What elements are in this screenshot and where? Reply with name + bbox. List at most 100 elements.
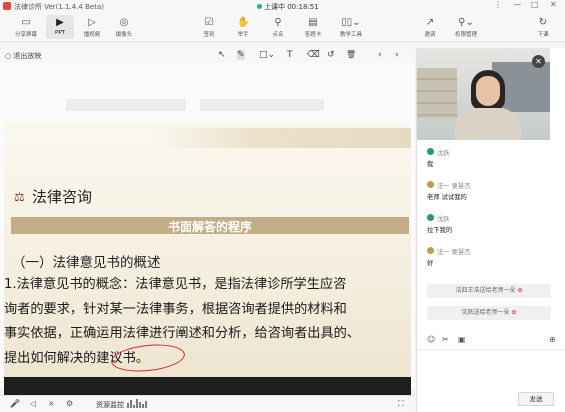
- monitor-bar: [133, 405, 135, 408]
- resource-monitor-label[interactable]: 资源监控: [96, 400, 124, 410]
- bottom-bar: 🎤 ◁ ⨯ ⚙ 资源监控 ⛶: [0, 395, 415, 412]
- permission-button[interactable]: ⚲⌄ 权限管理: [449, 15, 483, 39]
- share-screen-label: 分享屏幕: [14, 32, 37, 38]
- gift-notice: 沈跃送给老师一朵 ✿: [427, 306, 551, 320]
- end-class-label: 下课: [537, 32, 549, 38]
- chat-tools: ☺ ✂ ▣ ⊕: [427, 335, 557, 347]
- exit-slideshow-button[interactable]: ○ 退出放映: [5, 51, 41, 61]
- gavel-icon: ⚖: [14, 190, 25, 204]
- share-screen-button[interactable]: ▭ 分享屏幕: [12, 15, 40, 39]
- ppt-slide[interactable]: ⚖ 法律咨询 书面解答的程序 （一）法律意见书的概述 1.法律意见书的概念：法律…: [4, 122, 411, 405]
- chat-message: 法一 栗慧杰 好: [417, 245, 565, 278]
- chat-message: 沈跃 我: [417, 146, 565, 179]
- video-person-face: [476, 76, 500, 106]
- send-button[interactable]: 发送: [518, 392, 554, 406]
- invite-icon: ↗: [425, 17, 435, 28]
- chat-sender: 沈跃: [437, 216, 450, 223]
- chat-list: 沈跃 我 法一 栗慧杰 老师 试试我的 沈跃 拉下我的 法一 栗慧杰 好: [417, 146, 565, 278]
- prev-page-icon[interactable]: ‹: [378, 50, 382, 60]
- slide-decoration: [154, 128, 411, 148]
- slide-body-line: 1.法律意见书的概念：法律意见书，是指法律诊所学生应咨: [4, 277, 347, 292]
- close-window-button[interactable]: ✕: [550, 0, 557, 9]
- app-title: 法律诊所 Ver(1.1.4.4 Beta): [14, 3, 104, 11]
- mic-icon[interactable]: 🎤: [10, 399, 20, 408]
- chat-message: 法一 栗慧杰 老师 试试我的: [417, 179, 565, 212]
- chat-text: 拉下我的: [427, 227, 453, 234]
- monitor-bar: [136, 399, 138, 408]
- live-timer: 上课中 00:18:51: [264, 3, 319, 11]
- camera-button[interactable]: ◎ 摄像头: [110, 15, 138, 39]
- video-shelf: [417, 68, 457, 118]
- camera-label: 摄像头: [115, 32, 133, 38]
- monitor-bar: [139, 402, 141, 408]
- avatar: [427, 247, 434, 254]
- gift-text: 法四王浩送给老师一朵: [455, 287, 516, 294]
- rollcall-button[interactable]: ⚲ 点名: [264, 15, 292, 39]
- maximize-button[interactable]: □: [531, 0, 539, 9]
- permission-label: 权限管理: [454, 32, 477, 38]
- chat-message: 沈跃 拉下我的: [417, 212, 565, 245]
- pointer-tool-icon[interactable]: ↖: [218, 50, 226, 60]
- slide-body: 1.法律意见书的概念：法律意见书，是指法律诊所学生应咨 询者的要求，针对某一法律…: [4, 273, 409, 371]
- chat-sender: 法一 栗慧杰: [437, 249, 471, 256]
- next-page-icon[interactable]: ›: [395, 50, 399, 60]
- shape-tool-icon[interactable]: □⌄: [259, 50, 275, 60]
- mute-icon[interactable]: ⨯: [48, 399, 55, 408]
- fullscreen-icon[interactable]: ⛶: [398, 399, 404, 409]
- gift-notice: 法四王浩送给老师一朵 ✿: [427, 284, 551, 298]
- pen-tool-icon[interactable]: ✎: [237, 50, 245, 60]
- emoji-icon[interactable]: ☺: [427, 335, 435, 344]
- invite-button[interactable]: ↗ 邀请: [416, 15, 444, 39]
- presentation-subbar: ○ 退出放映 ↖ ✎ □⌄ T ⌫ ↺ 🗑 ‹ ›: [0, 48, 415, 63]
- thumbnail-placeholder: [66, 99, 186, 111]
- close-video-icon[interactable]: ✕: [532, 55, 545, 68]
- end-class-button[interactable]: ↻ 下课: [529, 15, 557, 39]
- video-person-body: [455, 108, 521, 140]
- answer-card-button[interactable]: ▤ 答题卡: [299, 15, 327, 39]
- presentation-stage: ⚖ 法律咨询 书面解答的程序 （一）法律意见书的概述 1.法律意见书的概念：法律…: [0, 63, 415, 405]
- avatar: [427, 148, 434, 155]
- teaching-tools-icon: ▯▯⌄: [341, 17, 361, 28]
- slide-body-line: 询者的要求，针对某一法律事务，根据咨询者提供的材料和: [4, 301, 347, 317]
- right-panel: ✕ 沈跃 我 法一 栗慧杰 老师 试试我的 沈跃 拉下我的 法一 栗慧杰 好 法…: [416, 48, 565, 412]
- answer-card-label: 答题卡: [304, 32, 322, 38]
- add-icon[interactable]: ⊕: [549, 335, 556, 344]
- screen-share-icon: ▭: [21, 17, 31, 28]
- slide-band-text: 书面解答的程序: [167, 220, 252, 234]
- chat-text: 我: [427, 161, 434, 168]
- chat-text: 好: [427, 260, 434, 267]
- checkin-icon: ☑: [204, 17, 214, 28]
- monitor-bar: [130, 400, 132, 408]
- permission-icon: ⚲⌄: [458, 17, 474, 28]
- minimize-button[interactable]: —: [513, 0, 521, 9]
- teaching-tools-button[interactable]: ▯▯⌄ 教学工具: [334, 15, 368, 39]
- scissors-icon[interactable]: ✂: [442, 335, 449, 344]
- app-logo: [3, 2, 11, 10]
- speaker-icon[interactable]: ◁: [30, 399, 36, 408]
- image-icon[interactable]: ▣: [458, 335, 466, 344]
- play-video-button[interactable]: ▷ 播视频: [78, 15, 106, 39]
- camera-icon: ◎: [119, 17, 129, 28]
- settings-icon[interactable]: ⚙: [66, 399, 73, 408]
- checkin-button[interactable]: ☑ 签到: [195, 15, 223, 39]
- ppt-button[interactable]: ▶ PPT: [46, 15, 74, 39]
- thumbnail-placeholder: [200, 99, 324, 111]
- ppt-label: PPT: [55, 30, 65, 36]
- title-bar: 法律诊所 Ver(1.1.4.4 Beta) 上课中 00:18:51 ⋮ — …: [0, 0, 565, 12]
- more-menu-button[interactable]: ⋮: [494, 0, 502, 9]
- main-toolbar: ▭ 分享屏幕 ▶ PPT ▷ 播视频 ◎ 摄像头 ☑ 签到 ✋ 举手 ⚲ 点名 ▤ 答题卡 ▯▯…: [0, 12, 565, 42]
- chat-text: 老师 试试我的: [427, 194, 467, 201]
- slide-band: 书面解答的程序: [11, 217, 409, 234]
- rollcall-icon: ⚲: [274, 17, 282, 28]
- avatar: [427, 214, 434, 221]
- rollcall-label: 点名: [272, 32, 284, 38]
- app-window: 法律诊所 Ver(1.1.4.4 Beta) 上课中 00:18:51 ⋮ — …: [0, 0, 565, 412]
- raise-hand-label: 举手: [237, 32, 249, 38]
- undo-tool-icon[interactable]: ↺: [327, 50, 335, 60]
- checkin-label: 签到: [203, 32, 215, 38]
- eraser-tool-icon[interactable]: ⌫: [307, 50, 320, 60]
- clear-tool-icon[interactable]: 🗑: [346, 50, 356, 60]
- raise-hand-button[interactable]: ✋ 举手: [229, 15, 257, 39]
- invite-label: 邀请: [424, 32, 436, 38]
- text-tool-icon[interactable]: T: [287, 50, 293, 60]
